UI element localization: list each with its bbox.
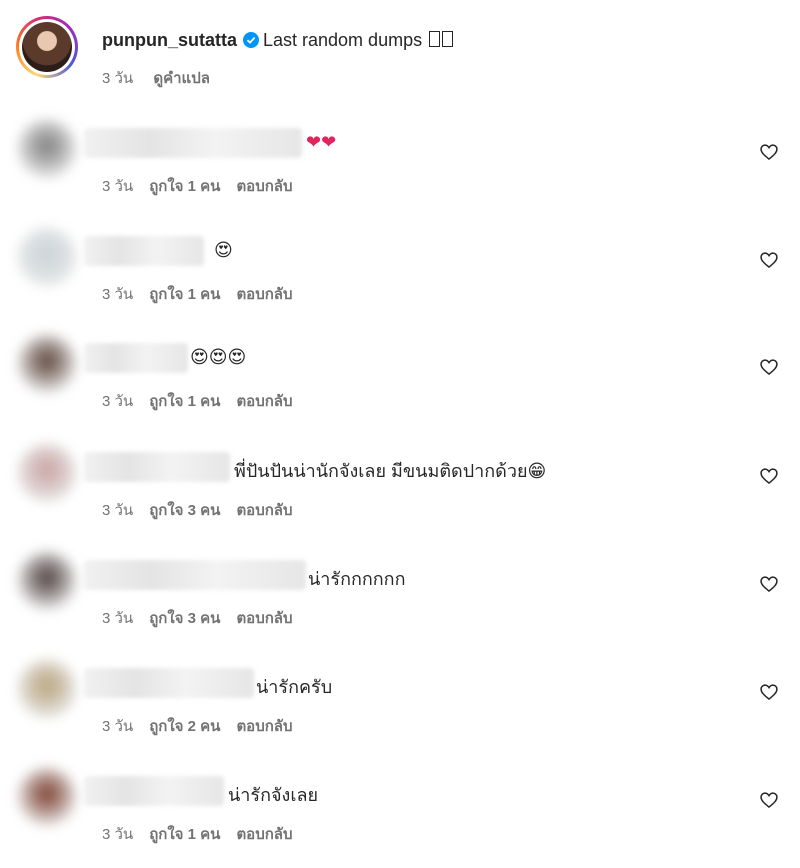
comment-time[interactable]: 3 วัน [102,178,133,195]
comment-like-count[interactable]: ถูกใจ 2 คน [149,718,220,735]
like-heart-icon[interactable] [759,682,779,702]
reply-button[interactable]: ตอบกลับ [236,502,292,519]
verified-badge-icon [243,32,259,48]
reply-button[interactable]: ตอบกลับ [236,718,292,735]
commenter-avatar[interactable] [18,228,76,286]
author-username[interactable]: punpun_sutatta [102,30,237,50]
commenter-username-blurred[interactable] [84,668,254,698]
comment-item: 😍😍😍 3 วัน ถูกใจ 1 คน ตอบกลับ [0,335,800,435]
comment-time[interactable]: 3 วัน [102,826,133,843]
commenter-username-blurred[interactable] [84,128,302,158]
comment-item: 😍 3 วัน ถูกใจ 1 คน ตอบกลับ [0,228,800,328]
like-heart-icon[interactable] [759,250,779,270]
comment-meta: 3 วัน ถูกใจ 2 คน ตอบกลับ [102,714,309,738]
comment-item: พี่ปันปันน่านักจังเลย มีขนมติดปากด้วย😁 3 … [0,444,800,544]
reply-button[interactable]: ตอบกลับ [236,610,292,627]
reply-button[interactable]: ตอบกลับ [236,393,292,410]
comment-time[interactable]: 3 วัน [102,286,133,303]
like-heart-icon[interactable] [759,790,779,810]
commenter-username-blurred[interactable] [84,776,224,806]
comment-text: น่ารักจังเลย [228,785,319,805]
comment-item: น่ารักกกกกก 3 วัน ถูกใจ 3 คน ตอบกลับ [0,552,800,652]
missing-glyph-icon [429,31,441,47]
translate-button[interactable]: ดูคำแปล [153,70,210,87]
comment-meta: 3 วัน ถูกใจ 3 คน ตอบกลับ [102,606,309,630]
comment-item: น่ารักจังเลย 3 วัน ถูกใจ 1 คน ตอบกลับ [0,768,800,868]
caption-line: punpun_sutatta Last random dumps [102,30,454,51]
caption-time[interactable]: 3 วัน [102,70,133,87]
commenter-avatar[interactable] [18,768,76,826]
comment-time[interactable]: 3 วัน [102,393,133,410]
commenter-username-blurred[interactable] [84,343,188,373]
missing-glyph-icon [442,31,454,47]
comment-meta: 3 วัน ถูกใจ 1 คน ตอบกลับ [102,174,309,198]
comment-item: น่ารักครับ 3 วัน ถูกใจ 2 คน ตอบกลับ [0,660,800,760]
comment-like-count[interactable]: ถูกใจ 1 คน [149,178,220,195]
comment-like-count[interactable]: ถูกใจ 3 คน [149,610,220,627]
commenter-avatar[interactable] [18,660,76,718]
comment-time[interactable]: 3 วัน [102,718,133,735]
comment-meta: 3 วัน ถูกใจ 1 คน ตอบกลับ [102,822,309,846]
comment-text: พี่ปันปันน่านักจังเลย มีขนมติดปากด้วย😁 [234,461,547,481]
commenter-avatar[interactable] [18,444,76,502]
commenter-username-blurred[interactable] [84,236,204,266]
comment-meta: 3 วัน ถูกใจ 3 คน ตอบกลับ [102,498,309,522]
commenter-avatar[interactable] [18,552,76,610]
caption-text: Last random dumps [263,30,423,50]
comment-text: น่ารักกกกกก [308,569,406,589]
comment-item: ❤❤ 3 วัน ถูกใจ 1 คน ตอบกลับ [0,120,800,220]
comment-text: 😍😍😍 [190,347,247,367]
like-heart-icon[interactable] [759,142,779,162]
reply-button[interactable]: ตอบกลับ [236,178,292,195]
commenter-avatar[interactable] [18,335,76,393]
comment-time[interactable]: 3 วัน [102,610,133,627]
commenter-avatar[interactable] [18,120,76,178]
like-heart-icon[interactable] [759,466,779,486]
caption-meta: 3 วัน ดูคำแปล [102,66,226,90]
comment-like-count[interactable]: ถูกใจ 1 คน [149,826,220,843]
like-heart-icon[interactable] [759,357,779,377]
commenter-username-blurred[interactable] [84,560,306,590]
comment-meta: 3 วัน ถูกใจ 1 คน ตอบกลับ [102,282,309,306]
comment-like-count[interactable]: ถูกใจ 3 คน [149,502,220,519]
like-heart-icon[interactable] [759,574,779,594]
comment-text: ❤❤ [306,132,337,153]
comment-text: น่ารักครับ [256,677,333,697]
reply-button[interactable]: ตอบกลับ [236,286,292,303]
comment-like-count[interactable]: ถูกใจ 1 คน [149,286,220,303]
commenter-username-blurred[interactable] [84,452,230,482]
author-avatar[interactable] [16,16,78,78]
comment-text: 😍 [214,240,233,260]
comment-like-count[interactable]: ถูกใจ 1 คน [149,393,220,410]
comment-time[interactable]: 3 วัน [102,502,133,519]
instagram-comments-panel: punpun_sutatta Last random dumps 3 วัน ดู… [0,0,800,851]
reply-button[interactable]: ตอบกลับ [236,826,292,843]
comment-meta: 3 วัน ถูกใจ 1 คน ตอบกลับ [102,389,309,413]
